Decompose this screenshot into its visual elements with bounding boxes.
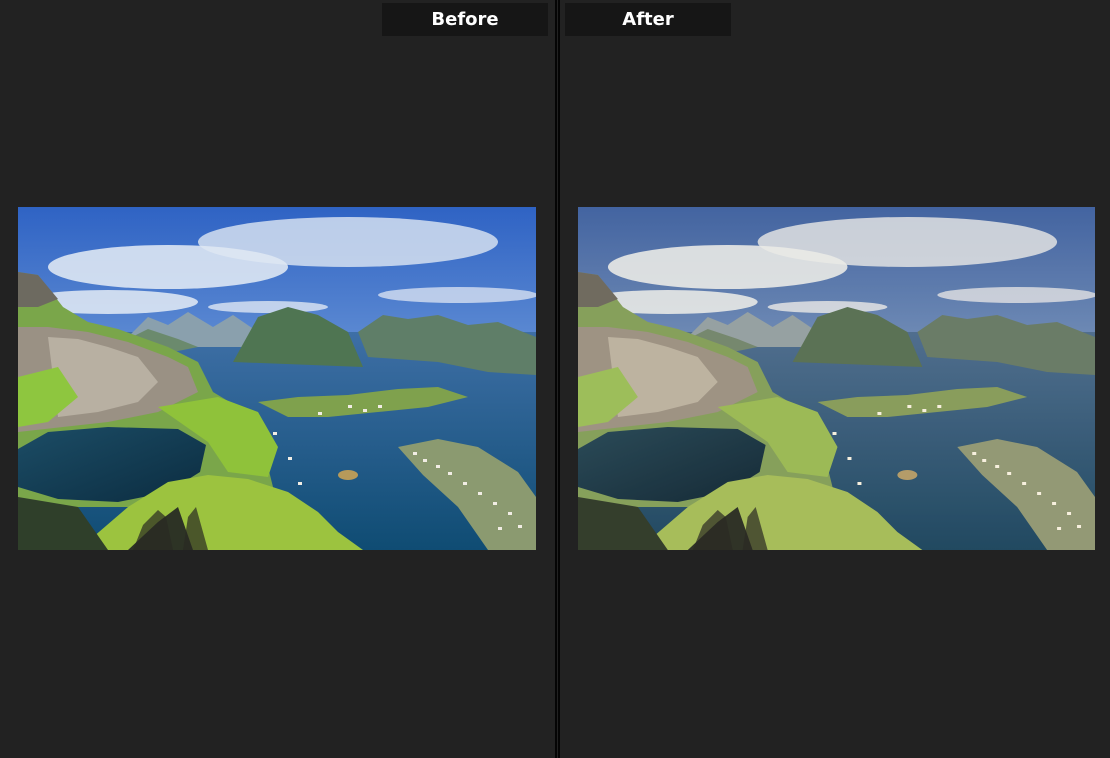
after-photo [578, 207, 1095, 550]
before-pane: Before [0, 0, 554, 758]
before-photo-image [18, 207, 536, 550]
before-label: Before [382, 3, 548, 36]
after-photo-image [578, 207, 1095, 550]
after-pane: After [560, 0, 1110, 758]
after-label: After [565, 3, 731, 36]
before-photo [18, 207, 536, 550]
